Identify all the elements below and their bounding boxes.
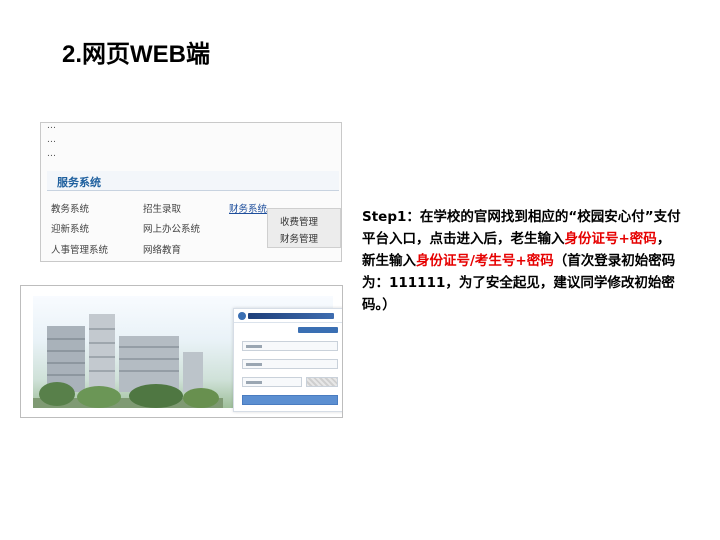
news-line[interactable]: ...	[47, 135, 56, 145]
captcha-field[interactable]	[242, 377, 302, 387]
login-panel-title	[298, 327, 338, 333]
login-panel	[233, 308, 342, 412]
password-field[interactable]	[242, 359, 338, 369]
step-description: Step1：在学校的官网找到相应的“校园安心付”支付平台入口，点击进入后，老生输…	[362, 206, 682, 316]
tree	[129, 384, 183, 408]
login-brand-header	[234, 309, 342, 323]
service-link-welcome[interactable]: 迎新系统	[51, 221, 89, 235]
service-link-admission[interactable]: 招生录取	[143, 201, 181, 215]
submenu-item-finance[interactable]: 财务管理	[280, 231, 318, 245]
news-line[interactable]: ...	[47, 149, 56, 159]
captcha-image[interactable]	[306, 377, 338, 387]
login-button[interactable]	[242, 395, 338, 405]
service-link-finance[interactable]: 财务系统	[229, 201, 267, 215]
campus-building	[89, 314, 115, 392]
service-link-office[interactable]: 网上办公系统	[143, 221, 200, 235]
service-section-header: 服务系统	[47, 171, 339, 191]
service-link-hr[interactable]: 人事管理系统	[51, 242, 108, 256]
news-line[interactable]: ...	[47, 123, 56, 131]
slide-title: 2.网页WEB端	[62, 41, 211, 68]
school-name-logo	[248, 313, 334, 319]
submenu-item-fee[interactable]: 收费管理	[280, 214, 318, 228]
tree	[39, 382, 75, 406]
step-highlight-new-student: 身份证号/考生号+密码	[416, 253, 554, 269]
service-section-title: 服务系统	[57, 176, 101, 189]
step-highlight-old-student: 身份证号+密码	[564, 231, 657, 247]
school-logo-icon	[238, 312, 246, 320]
tree	[77, 386, 121, 408]
tree	[183, 388, 219, 408]
campus-building	[183, 352, 203, 392]
portal-screenshot: ... ... ... 服务系统 教务系统 招生录取 财务系统 迎新系统 网上办…	[40, 122, 342, 262]
username-field[interactable]	[242, 341, 338, 351]
finance-submenu: 收费管理 财务管理	[267, 208, 341, 248]
service-link-academic[interactable]: 教务系统	[51, 201, 89, 215]
service-link-online-edu[interactable]: 网络教育	[143, 242, 181, 256]
login-screenshot	[20, 285, 343, 418]
campus-photo	[33, 296, 342, 412]
